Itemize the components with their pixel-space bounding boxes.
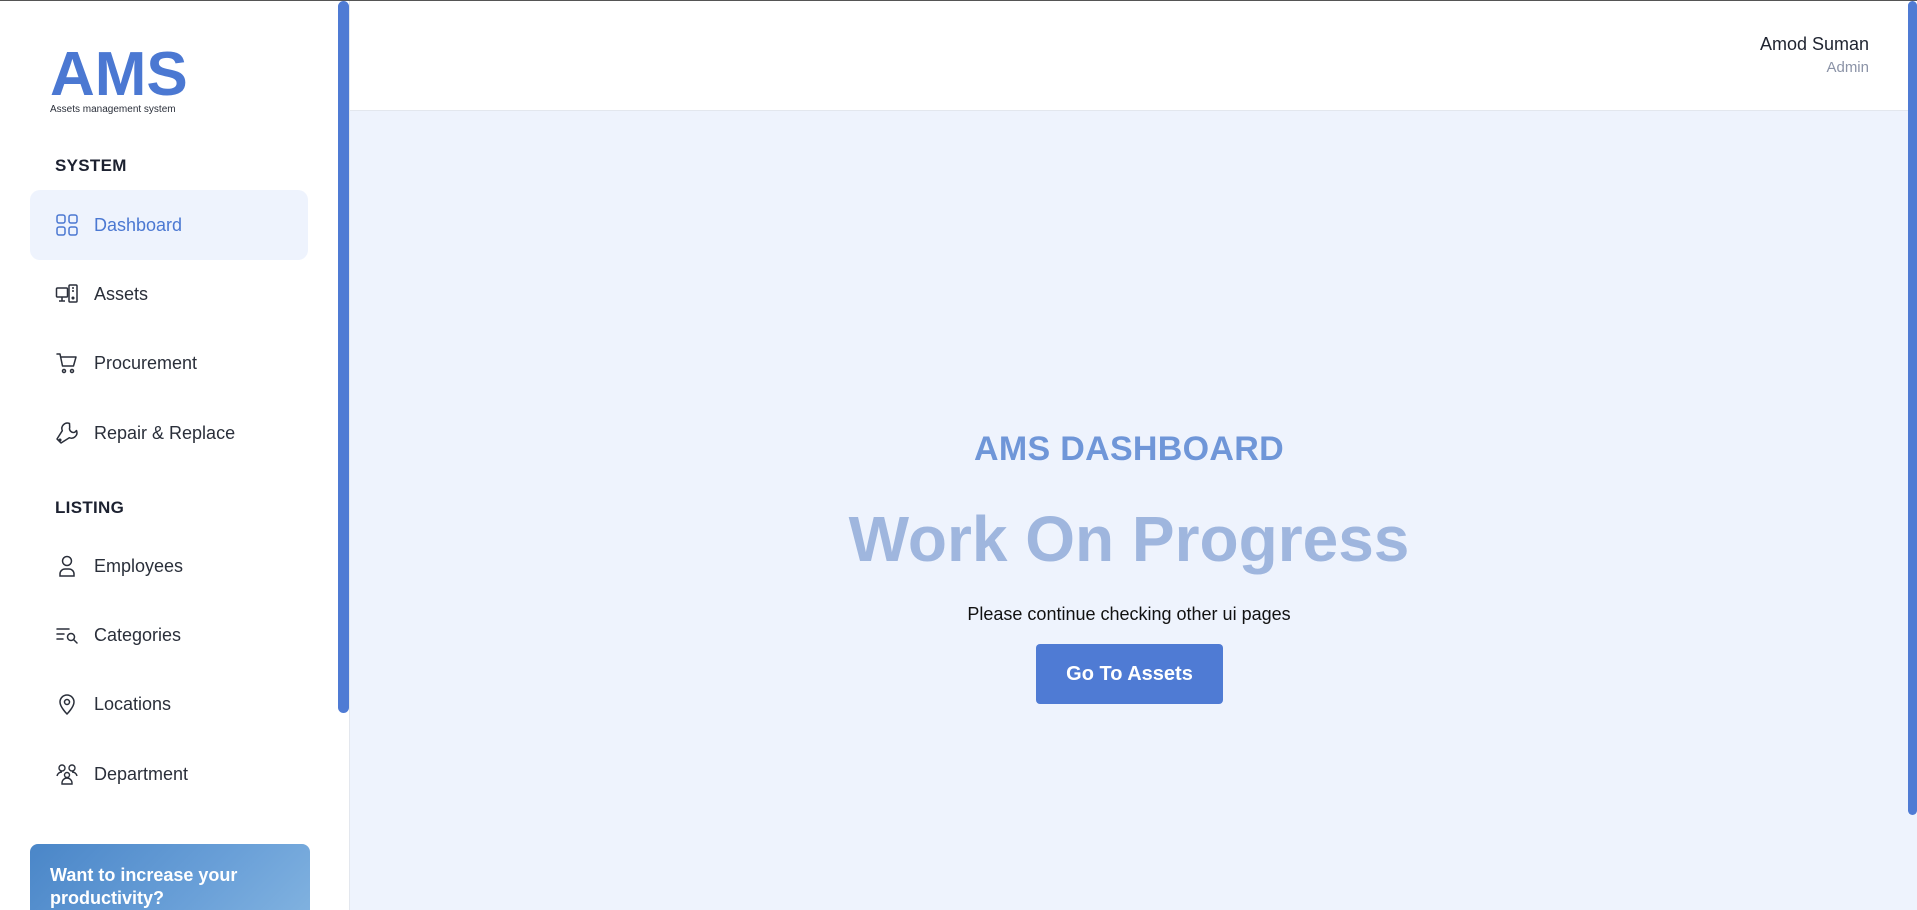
main-scrollbar[interactable] <box>1908 1 1917 815</box>
sidebar-item-employees[interactable]: Employees <box>30 531 308 601</box>
productivity-promo-card[interactable]: Want to increase your productivity? <box>30 844 310 910</box>
user-name[interactable]: Amod Suman <box>1760 34 1869 55</box>
sidebar-item-label: Categories <box>94 624 182 645</box>
devices-icon <box>55 282 79 306</box>
work-in-progress-subtext: Please continue checking other ui pages <box>967 604 1291 624</box>
sidebar-item-label: Procurement <box>94 352 198 373</box>
sidebar-item-label: Assets <box>94 283 149 304</box>
sidebar-item-dashboard[interactable]: Dashboard <box>30 190 308 260</box>
sidebar-item-label: Department <box>94 763 189 784</box>
go-to-assets-button[interactable]: Go To Assets <box>1036 644 1223 704</box>
sidebar-item-categories[interactable]: Categories <box>30 600 308 670</box>
section-title-listing: LISTING <box>55 498 125 517</box>
sidebar-scrollbar[interactable] <box>338 1 349 713</box>
sidebar: AMS Assets management system SYSTEM Dash… <box>0 1 338 910</box>
page-title: AMS DASHBOARD <box>974 430 1284 468</box>
sidebar-item-assets[interactable]: Assets <box>30 259 308 329</box>
top-header: Amod Suman Admin <box>350 1 1917 111</box>
sidebar-item-label: Employees <box>94 555 184 576</box>
sidebar-item-label: Locations <box>94 693 172 714</box>
cart-icon <box>55 351 79 375</box>
grid-icon <box>55 213 79 237</box>
section-title-system: SYSTEM <box>55 156 127 175</box>
user-role: Admin <box>1826 59 1869 76</box>
wrench-icon <box>55 421 79 445</box>
logo-text: AMS <box>50 40 188 109</box>
logo-subtitle: Assets management system <box>50 104 176 115</box>
promo-text: Want to increase your productivity? <box>50 865 238 908</box>
sidebar-item-label: Repair & Replace <box>94 422 236 443</box>
logo[interactable]: AMS Assets management system <box>50 40 188 116</box>
list-search-icon <box>55 623 79 647</box>
user-icon <box>55 554 79 578</box>
work-in-progress-heading: Work On Progress <box>848 503 1410 575</box>
sidebar-item-department[interactable]: Department <box>30 739 308 809</box>
users-group-icon <box>55 762 79 786</box>
sidebar-item-repair-replace[interactable]: Repair & Replace <box>30 398 308 468</box>
sidebar-item-locations[interactable]: Locations <box>30 669 308 739</box>
sidebar-item-label: Dashboard <box>94 214 183 235</box>
location-pin-icon <box>55 692 79 716</box>
sidebar-item-procurement[interactable]: Procurement <box>30 328 308 398</box>
